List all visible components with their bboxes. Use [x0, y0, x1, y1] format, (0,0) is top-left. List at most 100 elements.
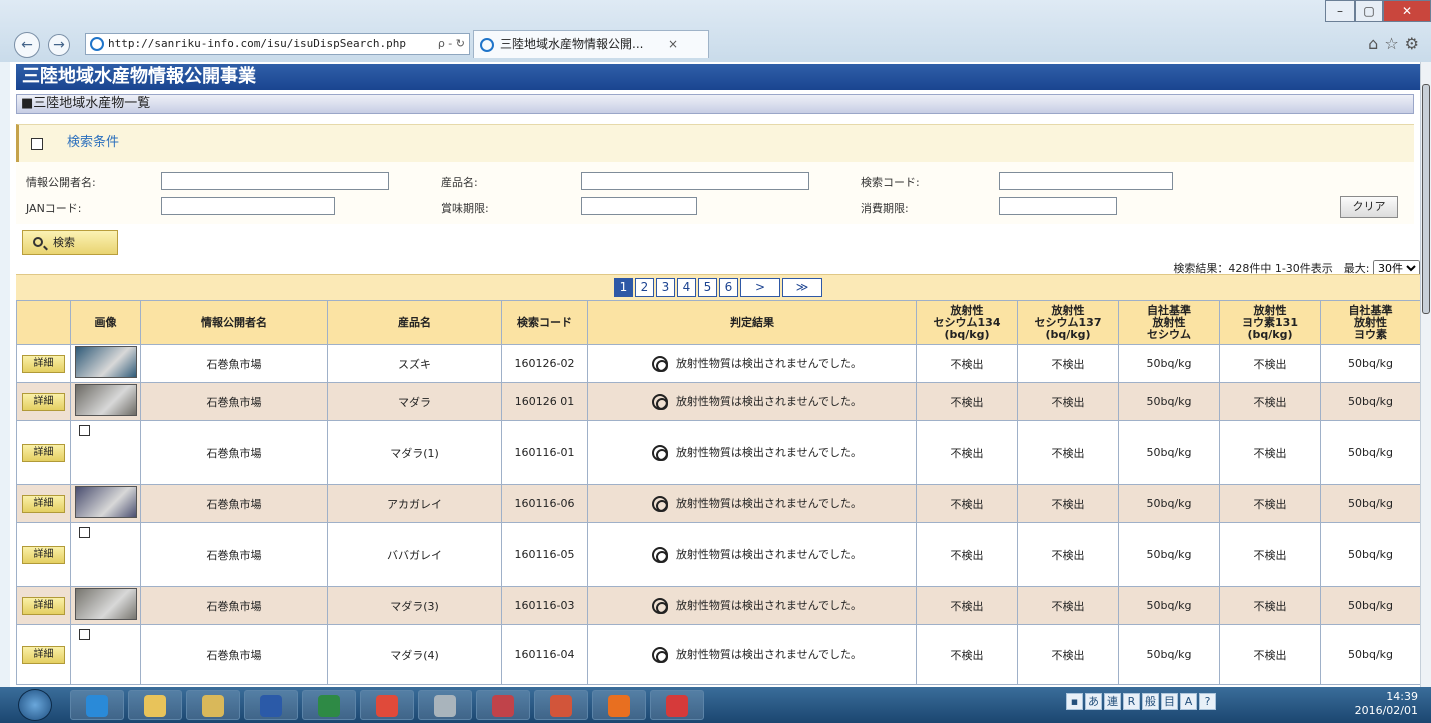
product-cell: マダラ(1)	[327, 420, 502, 485]
explorer-icon	[144, 695, 166, 717]
result-cell: 放射性物質は検出されませんでした。	[587, 484, 917, 523]
word-taskbar-button[interactable]	[244, 690, 298, 720]
double-circle-icon	[651, 598, 668, 614]
code-cell: 160116-06	[501, 484, 588, 523]
start-button[interactable]	[18, 689, 52, 721]
product-cell: ババガレイ	[327, 522, 502, 587]
search-conditions-header[interactable]: 検索条件	[16, 124, 1414, 162]
media-taskbar-button[interactable]	[592, 690, 646, 720]
search-button[interactable]: 検索	[22, 230, 118, 255]
scrollbar[interactable]	[1420, 62, 1431, 687]
cs_std-cell: 50bq/kg	[1118, 382, 1220, 421]
detail-button[interactable]: 詳細	[22, 494, 65, 513]
network-taskbar-button[interactable]	[418, 690, 472, 720]
jan-input[interactable]	[161, 197, 335, 215]
address-tools[interactable]: ρ - ↻	[438, 34, 465, 54]
thumbnail-image[interactable]	[74, 588, 137, 620]
detail-cell: 詳細	[16, 344, 71, 383]
page-link-1[interactable]: 1	[614, 278, 633, 297]
scrollbar-thumb[interactable]	[1422, 84, 1430, 314]
double-circle-icon	[651, 496, 668, 512]
picture-icon	[492, 695, 514, 717]
i131-cell: 不検出	[1219, 522, 1321, 587]
detail-button[interactable]: 詳細	[22, 354, 65, 373]
excel-taskbar-button[interactable]	[302, 690, 356, 720]
product-input[interactable]	[581, 172, 809, 190]
tray-icon[interactable]: 目	[1161, 693, 1178, 710]
folder-taskbar-button[interactable]	[186, 690, 240, 720]
bestby-input[interactable]	[581, 197, 697, 215]
result-cell: 放射性物質は検出されませんでした。	[587, 344, 917, 383]
cs134-cell: 不検出	[916, 624, 1018, 685]
clock[interactable]: 14:39 2016/02/01	[1340, 690, 1418, 718]
tray-icon[interactable]: 連	[1104, 693, 1121, 710]
tray-icon[interactable]: ?	[1199, 693, 1216, 710]
table-row: 詳細 石巻魚市場 マダラ 160126 01 放射性物質は検出されませんでした。 不検出不…	[16, 382, 1420, 421]
tray-icon[interactable]: A	[1180, 693, 1197, 710]
page-link-4[interactable]: 4	[677, 278, 696, 297]
next-page-button[interactable]: >	[740, 278, 780, 297]
page-link-6[interactable]: 6	[719, 278, 738, 297]
code-input[interactable]	[999, 172, 1173, 190]
restore-button[interactable]: ▢	[1355, 0, 1383, 22]
product-cell: マダラ(3)	[327, 586, 502, 625]
tray-icon[interactable]: R	[1123, 693, 1140, 710]
cs_std-cell: 50bq/kg	[1118, 484, 1220, 523]
picture-taskbar-button[interactable]	[476, 690, 530, 720]
broken-image-icon	[79, 527, 90, 538]
browser-tools-icons[interactable]: ⌂☆⚙	[1368, 34, 1425, 53]
expiry-input[interactable]	[999, 197, 1117, 215]
cs_std-cell: 50bq/kg	[1118, 420, 1220, 485]
publisher-cell: 石巻魚市場	[140, 484, 328, 523]
tray-icon[interactable]: ▪	[1066, 693, 1083, 710]
page-link-2[interactable]: 2	[635, 278, 654, 297]
cs137-cell: 不検出	[1017, 624, 1119, 685]
collapse-icon[interactable]	[31, 138, 43, 150]
i131-cell: 不検出	[1219, 586, 1321, 625]
tab-close-icon[interactable]: ×	[668, 31, 678, 58]
forward-button[interactable]: →	[48, 34, 70, 56]
address-bar[interactable]: http://sanriku-info.com/isu/isuDispSearc…	[85, 33, 470, 55]
page-link-3[interactable]: 3	[656, 278, 675, 297]
clear-button[interactable]: クリア	[1340, 196, 1398, 218]
double-circle-icon	[651, 547, 668, 563]
table-row: 詳細 石巻魚市場 ババガレイ 160116-05 放射性物質は検出されませんでした。 不検…	[16, 522, 1420, 587]
product-cell: マダラ(4)	[327, 624, 502, 685]
last-page-button[interactable]: ≫	[782, 278, 822, 297]
back-button[interactable]: ←	[14, 32, 40, 58]
detail-button[interactable]: 詳細	[22, 545, 65, 564]
chrome-taskbar-button[interactable]	[360, 690, 414, 720]
thumbnail-image[interactable]	[74, 486, 137, 518]
browser-tab[interactable]: 三陸地域水産物情報公開... ×	[473, 30, 709, 58]
code-cell: 160116-01	[501, 420, 588, 485]
column-header: 判定結果	[587, 300, 917, 345]
detail-button[interactable]: 詳細	[22, 596, 65, 615]
powerpoint-taskbar-button[interactable]	[534, 690, 588, 720]
double-circle-icon	[651, 647, 668, 663]
image-cell	[70, 586, 141, 625]
publisher-input[interactable]	[161, 172, 389, 190]
thumbnail-image[interactable]	[74, 384, 137, 416]
i131-cell: 不検出	[1219, 382, 1321, 421]
minimize-button[interactable]: –	[1325, 0, 1355, 22]
i_std-cell: 50bq/kg	[1320, 420, 1420, 485]
explorer-taskbar-button[interactable]	[128, 690, 182, 720]
column-header: 情報公開者名	[140, 300, 328, 345]
product-cell: マダラ	[327, 382, 502, 421]
tray-icon[interactable]: 般	[1142, 693, 1159, 710]
column-header: 放射性 セシウム134 (bq/kg)	[916, 300, 1018, 345]
cs137-cell: 不検出	[1017, 344, 1119, 383]
system-tray: ▪ あ連 R 般目 A?	[1066, 693, 1218, 715]
detail-button[interactable]: 詳細	[22, 645, 65, 664]
tray-icon[interactable]: あ	[1085, 693, 1102, 710]
close-button[interactable]: ✕	[1383, 0, 1431, 22]
thumbnail-image[interactable]	[74, 346, 137, 378]
search-conditions-label[interactable]: 検索条件	[67, 131, 119, 150]
detail-button[interactable]: 詳細	[22, 443, 65, 462]
ie-taskbar-button[interactable]	[70, 690, 124, 720]
taskbar: ▪ あ連 R 般目 A? 14:39 2016/02/01	[0, 687, 1431, 723]
page-link-5[interactable]: 5	[698, 278, 717, 297]
app-taskbar-button[interactable]	[650, 690, 704, 720]
double-circle-icon	[651, 445, 668, 461]
detail-button[interactable]: 詳細	[22, 392, 65, 411]
